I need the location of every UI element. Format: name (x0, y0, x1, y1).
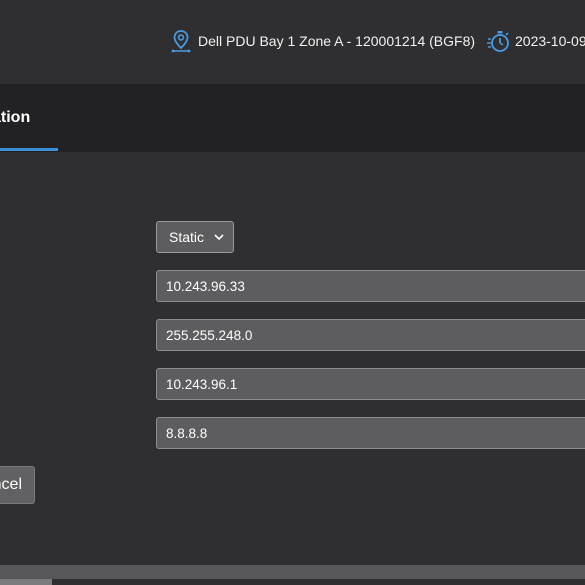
tab-label: uration (0, 109, 31, 126)
active-tab-indicator (0, 148, 58, 151)
timestamp: 2023-10-09 (515, 33, 585, 49)
dns-input[interactable]: 8.8.8.8 (156, 417, 585, 449)
gateway-value: 10.243.96.1 (166, 376, 238, 392)
device-info: Dell PDU Bay 1 Zone A - 120001214 (BGF8) (170, 28, 475, 54)
ip-address-input[interactable]: 10.243.96.33 (156, 270, 585, 302)
map-pin-icon (171, 30, 191, 53)
ip-address-value: 10.243.96.33 (166, 278, 245, 294)
device-label: Dell PDU Bay 1 Zone A - 120001214 (BGF8) (198, 33, 476, 49)
ip-mode-value: Static (169, 229, 205, 245)
ip-mode-select[interactable]: Static (156, 221, 234, 253)
tab-bar: uration (0, 84, 585, 152)
top-header: Dell PDU Bay 1 Zone A - 120001214 (BGF8)… (0, 0, 585, 84)
dns-value: 8.8.8.8 (166, 425, 208, 441)
tab-configuration[interactable]: uration (0, 84, 38, 152)
subnet-mask-value: 255.255.248.0 (166, 327, 253, 343)
horizontal-scrollbar[interactable] (0, 579, 585, 585)
cancel-button[interactable]: ncel (0, 466, 35, 504)
subnet-mask-input[interactable]: 255.255.248.0 (156, 319, 585, 351)
stopwatch-icon (487, 31, 509, 52)
page: Dell PDU Bay 1 Zone A - 120001214 (BGF8)… (0, 0, 585, 585)
time-info: 2023-10-09 (486, 28, 585, 54)
gateway-input[interactable]: 10.243.96.1 (156, 368, 585, 400)
chevron-down-icon (214, 234, 224, 241)
scrollbar-thumb[interactable] (0, 579, 52, 585)
cancel-label: ncel (0, 476, 22, 493)
network-config-form: n Static 10.243.96.33 255.255.248.0 10.2… (0, 152, 585, 565)
